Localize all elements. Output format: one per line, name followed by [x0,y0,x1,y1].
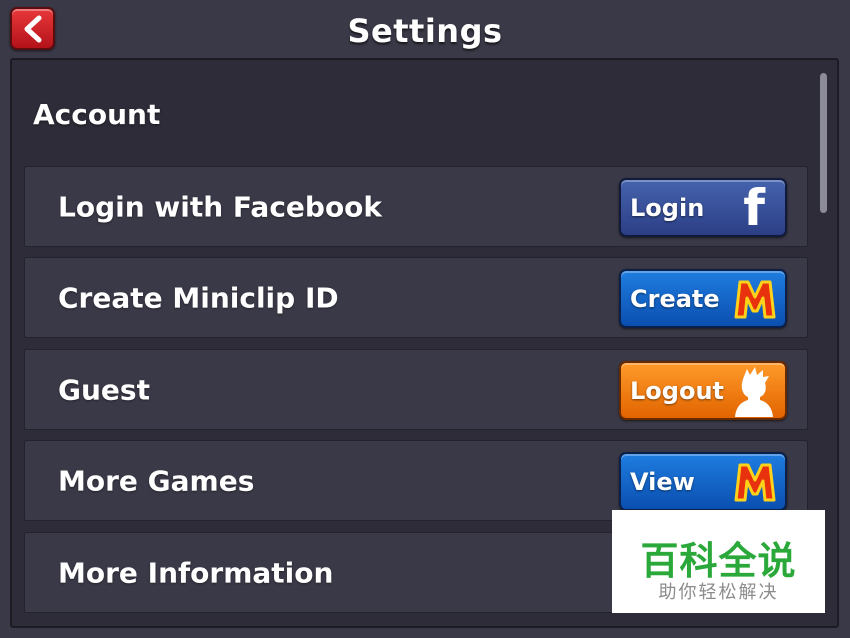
miniclip-m-icon [734,463,776,502]
facebook-icon: f [743,179,765,237]
view-more-games-button[interactable]: View [619,452,787,511]
miniclip-m-icon [734,280,776,319]
scrollbar[interactable] [820,73,827,213]
settings-row-more-games: More Games View [24,440,808,521]
watermark-sub-text: 助你轻松解决 [658,582,779,603]
watermark: 百科全说 助你轻松解决 [612,510,825,613]
row-label: Login with Facebook [58,190,383,223]
settings-row-miniclip-id: Create Miniclip ID Create [24,257,808,338]
button-label: View [630,467,695,496]
person-silhouette-icon [735,367,773,417]
section-title-account: Account [33,98,161,131]
logout-button[interactable]: Logout [619,361,787,420]
settings-row-guest: Guest Logout [24,349,808,430]
login-facebook-button[interactable]: Login f [619,178,787,237]
row-label: More Information [58,556,334,589]
button-label: Login [630,193,705,222]
settings-row-facebook: Login with Facebook Login f [24,166,808,247]
button-label: Logout [630,376,725,405]
watermark-main-text: 百科全说 [640,539,797,583]
button-label: Create [630,284,720,313]
create-miniclip-button[interactable]: Create [619,269,787,328]
row-label: Create Miniclip ID [58,281,339,314]
page-title: Settings [347,12,503,50]
top-bar: Settings [0,0,850,60]
row-label: More Games [58,464,255,497]
row-label: Guest [58,373,150,406]
